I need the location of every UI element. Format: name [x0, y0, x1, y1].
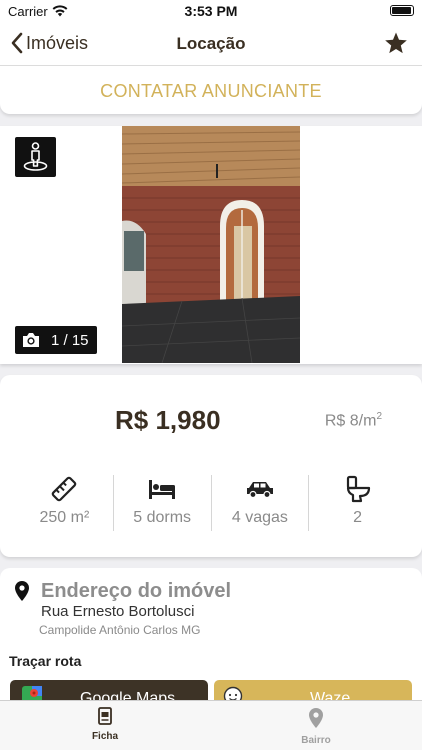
property-photo[interactable] [122, 126, 300, 363]
contact-advertiser-button[interactable]: CONTATAR ANUNCIANTE [0, 66, 422, 114]
feature-parking: 4 vagas [212, 475, 310, 531]
ruler-icon [50, 475, 78, 503]
property-features: 250 m² 5 dorms 4 vagas 2 [16, 475, 406, 531]
photo-counter-label: 1 / 15 [51, 331, 89, 349]
media-gallery: 1 / 15 [0, 126, 422, 364]
battery-icon [390, 5, 414, 16]
address-city: Campolide Antônio Carlos MG [39, 623, 201, 637]
feature-area: 250 m² [16, 475, 114, 531]
price-per-m2: R$ 8/m2 [324, 411, 382, 430]
feature-bathrooms: 2 [309, 475, 406, 531]
camera-icon [23, 333, 39, 347]
page-title: Locação [176, 34, 246, 53]
feature-bedrooms-label: 5 dorms [133, 509, 192, 526]
status-bar: Carrier 3:53 PM [0, 0, 422, 22]
navigation-bar: Imóveis Locação [0, 22, 422, 66]
car-icon [246, 475, 274, 503]
tab-ficha-label: Ficha [91, 731, 119, 742]
price-card: R$ 1,980 R$ 8/m2 250 m² 5 dorms 4 vagas … [0, 375, 422, 557]
feature-bathrooms-label: 2 [353, 509, 363, 526]
feature-bedrooms: 5 dorms [114, 475, 212, 531]
toilet-icon [345, 475, 371, 503]
address-title: Endereço do imóvel [41, 580, 232, 602]
tab-ficha[interactable]: Ficha [45, 707, 165, 742]
map-pin-icon [309, 708, 323, 728]
tab-bairro[interactable]: Bairro [256, 707, 376, 746]
rent-price: R$ 1,980 [115, 405, 221, 435]
person-360-icon [23, 142, 48, 171]
location-pin-icon [14, 580, 30, 607]
document-icon [98, 707, 112, 725]
tab-bairro-label: Bairro [301, 735, 331, 746]
contact-advertiser-label: CONTATAR ANUNCIANTE [100, 81, 322, 101]
photo-counter[interactable]: 1 / 15 [15, 326, 97, 354]
feature-area-label: 250 m² [39, 509, 90, 526]
bed-icon [148, 475, 176, 503]
clock: 3:53 PM [184, 3, 238, 19]
feature-parking-label: 4 vagas [231, 509, 288, 526]
address-street: Rua Ernesto Bortolusci [41, 603, 195, 620]
tab-bar: Ficha Bairro [0, 700, 422, 750]
favorite-star-icon[interactable] [384, 31, 408, 60]
route-label: Traçar rota [9, 653, 82, 669]
virtual-tour-button[interactable] [15, 137, 56, 177]
